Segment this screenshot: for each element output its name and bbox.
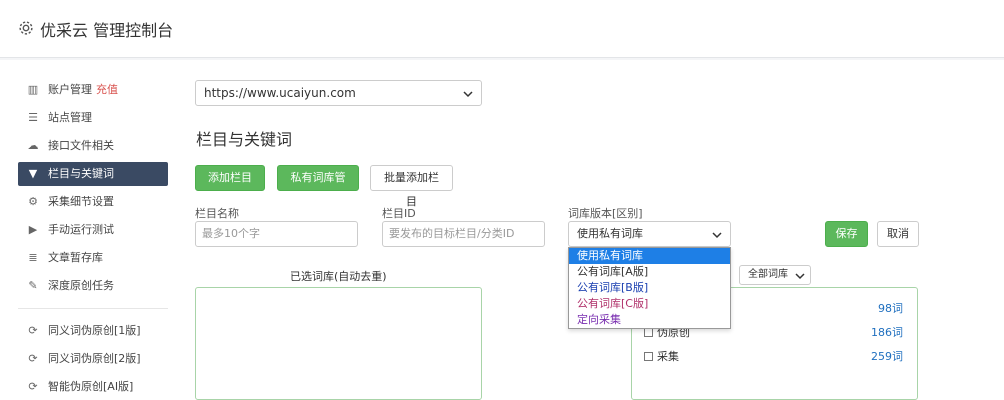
lib-count: 186词 [871,326,903,339]
version-option-private[interactable]: 使用私有词库 [569,248,730,264]
sidebar-item-account[interactable]: ▥ 账户管理 充值 [18,76,168,104]
add-column-button[interactable]: 添加栏目 + [195,165,265,208]
refresh-icon: ⟳ [28,352,38,365]
sidebar-item-label: 文章暂存库 [48,251,103,264]
refresh-icon: ⟳ [28,324,38,337]
column-id-label: 栏目ID [382,207,416,220]
gear-icon [19,21,33,35]
version-option-directed[interactable]: 定向采集 [569,312,730,328]
batch-add-button[interactable]: 批量添加栏目 [370,165,453,208]
sidebar-item-deep-original[interactable]: ✎ 深度原创任务 [18,272,168,300]
sidebar-item-ai-rewrite[interactable]: ⟳ 智能伪原创[AI版] [18,373,168,400]
sidebar-item-label: 同义词伪原创[2版] [48,352,141,365]
server-icon: ☰ [28,111,38,124]
sidebar: ▥ 账户管理 充值 ☰ 站点管理 ☁ 接口文件相关 ▼ 栏目与关键词 ⚙ 采集细节… [18,76,168,400]
site-select[interactable]: https://www.ucaiyun.com [195,80,482,106]
private-lib-button[interactable]: 私有词库管理 [277,165,359,208]
lib-version-label: 词库版本[区别] [568,207,643,220]
lib-name: 采集 [657,350,679,363]
sidebar-divider [18,308,168,309]
lib-count: 98词 [878,302,903,315]
sidebar-item-label: 栏目与关键词 [48,167,114,180]
cancel-button[interactable]: 取消 [877,221,919,247]
page-title: 栏目与关键词 [196,130,293,149]
column-name-input[interactable]: 最多10个字 [195,221,358,247]
filter-icon: ▼ [28,167,38,180]
lib-filter-value: 全部词库 [748,269,788,280]
column-id-input[interactable]: 要发布的目标栏目/分类ID [382,221,545,247]
lib-filter-select[interactable]: 全部词库 [739,265,811,285]
lib-checkbox[interactable] [644,328,653,337]
main-panel: ▥ 账户管理 充值 ☰ 站点管理 ☁ 接口文件相关 ▼ 栏目与关键词 ⚙ 采集细节… [0,60,1004,400]
sidebar-item-sites[interactable]: ☰ 站点管理 [18,104,168,132]
sidebar-item-collect-settings[interactable]: ⚙ 采集细节设置 [18,188,168,216]
app-title: 优采云 管理控制台 [40,21,174,40]
sidebar-item-label: 深度原创任务 [48,279,114,292]
bar-chart-icon: ▥ [27,83,39,96]
cloud-upload-icon: ☁ [27,139,39,152]
sidebar-item-label: 智能伪原创[AI版] [48,380,134,393]
lib-checkbox[interactable] [644,352,653,361]
chevron-down-icon [463,91,473,98]
selected-libs-box[interactable] [195,287,482,400]
cogs-icon: ⚙ [28,195,38,208]
site-select-value: https://www.ucaiyun.com [204,86,356,100]
sidebar-item-label: 账户管理 [48,83,92,96]
sidebar-item-columns-keywords[interactable]: ▼ 栏目与关键词 [18,162,168,186]
sidebar-item-label: 站点管理 [48,111,92,124]
sidebar-item-label: 采集细节设置 [48,195,114,208]
sidebar-item-synonym-v2[interactable]: ⟳ 同义词伪原创[2版] [18,345,168,373]
chevron-down-icon [712,232,722,239]
version-option-public-b[interactable]: 公有词库[B版] [569,280,730,296]
version-option-public-c[interactable]: 公有词库[C版] [569,296,730,312]
sidebar-item-label: 手动运行测试 [48,223,114,236]
chevron-down-icon [795,273,805,280]
lib-version-select[interactable]: 使用私有词库 [568,221,731,247]
version-option-public-a[interactable]: 公有词库[A版] [569,264,730,280]
sidebar-item-manual-test[interactable]: ▶ 手动运行测试 [18,216,168,244]
sidebar-item-api-files[interactable]: ☁ 接口文件相关 [18,132,168,160]
lib-row[interactable]: 采集 [644,348,679,364]
play-circle-icon: ▶ [28,223,38,236]
lib-count: 259词 [871,350,903,363]
lib-version-dropdown: 使用私有词库 公有词库[A版] 公有词库[B版] 公有词库[C版] 定向采集 [568,247,731,329]
sidebar-item-article-store[interactable]: ≣ 文章暂存库 [18,244,168,272]
edit-icon: ✎ [28,279,38,292]
database-icon: ≣ [28,251,38,264]
sidebar-item-label: 同义词伪原创[1版] [48,324,141,337]
recharge-link[interactable]: 充值 [96,83,118,96]
sidebar-item-synonym-v1[interactable]: ⟳ 同义词伪原创[1版] [18,317,168,345]
sidebar-item-label: 接口文件相关 [48,139,114,152]
top-bar: 优采云 管理控制台 [0,0,1004,58]
selected-libs-title: 已选词库(自动去重) [290,270,387,283]
save-button[interactable]: 保存 [825,221,868,247]
column-name-label: 栏目名称 [195,207,239,220]
lib-version-value: 使用私有词库 [577,227,643,240]
refresh-icon: ⟳ [28,380,38,393]
